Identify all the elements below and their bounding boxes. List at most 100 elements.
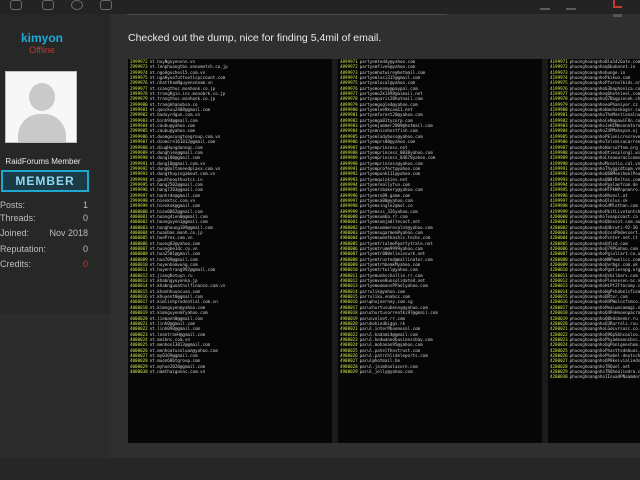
dump-line-number: 4200021 [550,326,568,332]
dump-line-number: 4200005 [550,240,568,246]
avatar-head-shape [29,83,55,111]
dump-line-email: partyemprofect@yahoo.com [359,165,421,171]
dump-line-email: nt.hoangdien0@gmail.com [149,213,208,219]
dump-line-email: nt.dunghien@gmail.com [149,149,203,155]
menu-icon[interactable] [540,0,550,10]
dump-line-email: nt.menhon13013@gmail.com [149,342,211,348]
dump-line-number: 2999981 [130,107,148,113]
menu-icon-2[interactable] [566,0,576,10]
settings-icon[interactable] [10,0,22,10]
dump-line-number: 4000019 [130,310,148,316]
dump-line-email: nt.hua709@gmail.com [149,256,198,262]
dump-line-email: phuonghoangnhoPleasesen-ac.net [569,278,640,284]
dump-line-number: 4199978 [550,96,568,102]
dump-line-number: 4000003 [130,224,148,230]
dump-line-number: 2999990 [130,155,148,161]
dump-line-number: 4899983 [340,123,358,129]
dump-line-number: 4200028 [550,363,568,369]
dump-line-number: 4000015 [130,288,148,294]
dump-line-email: partyemsummerevalnt@yahoo.com [359,224,433,230]
dump-line-number: 4199998 [550,203,568,209]
dump-line-number: 4899986 [340,139,358,145]
stat-posts-label: Posts: [0,200,26,210]
dump-line-number: 2999986 [130,133,148,139]
dump-line-email: partyemjammer2009@hotmail.com [359,123,433,129]
dump-line-number: 4899992 [340,171,358,177]
dump-line-number: 4899999 [340,208,358,214]
bottom-bar [0,458,640,480]
dump-line-email: phuonghoangnhoQRtxr.com [569,294,628,300]
dump-line-number: 4900028 [340,363,358,369]
stat-reputation-label: Reputation: [0,244,47,254]
dump-line-email: partyemreallyfun.com [359,181,411,187]
stat-joined-value: Nov 2018 [49,228,88,238]
search-icon[interactable] [71,0,83,10]
dump-line-number: 2999978 [130,91,148,97]
dump-line-email: partyemsweetkashis.tecbs.com [359,235,431,241]
alerts-icon[interactable] [100,0,112,10]
dump-line-email: partyemprincess.net [359,144,408,150]
top-toolbar [0,0,640,14]
dump-line-email: partyemwomansPPaolyahoo.com [359,283,428,289]
dump-line-number: 4199980 [550,107,568,113]
dump-line-number: 4199996 [550,192,568,198]
dump-line-email: phuonghoangnhoTelsmisacarrenk [569,139,640,145]
dump-line-number: 4200020 [550,320,568,326]
dump-screenshot-image[interactable]: 2999972 nt.huyNguyenvnn.vn 2999973 nt.lenph… [128,59,640,443]
dump-line-number: 4199987 [550,144,568,150]
dump-line-email: nt.trangkhanobso.co [149,101,198,107]
dump-line-number: 4000009 [130,256,148,262]
dump-line-number: 4900016 [340,299,358,305]
dump-line-email: partyemtrusted@mallinator.com [359,256,433,262]
dump-line-email: nt.hua2501@gmail.com [149,251,201,257]
dump-column-1: 2999972 nt.huyNguyenvnn.vn 2999973 nt.lenph… [130,59,330,443]
dump-line-number: 2999999 [130,203,148,209]
dump-line-email: phuonghoangnhoQdlsd.com [569,240,628,246]
author-username[interactable]: kimyon [21,31,63,45]
dump-line-email: phuonghoangnhoQ96pSbhcoolso.con [569,331,640,337]
dump-line-number: 4199981 [550,112,568,118]
dump-line-number: 4000020 [130,315,148,321]
dump-line-number: 4200025 [550,347,568,353]
dump-line-email: parruliku.enabcc.com [359,294,411,300]
messages-icon[interactable] [42,0,54,10]
avatar[interactable] [5,71,77,143]
dump-line-number: 4900029 [340,368,358,374]
logout-icon[interactable] [613,0,622,8]
dump-line-email: partyemprincess_0038yahoo.com [359,149,433,155]
dump-line-email: parul.jaimhoolacorn.com [359,363,418,369]
dump-line-email: partyemlosi315@gmail.com [359,75,421,81]
dump-line-email: phuonghoangnhoTRQhealiedra.com [569,368,640,374]
dump-line-email: nt.dung10@gmail.com.vn [149,160,206,166]
dump-line-email: nt.hienkok@gmail.com [149,203,201,209]
dump-line-email: paruchurtusubenny@yahoo.com [359,304,428,310]
dump-line-number: 4000024 [130,336,148,342]
dump-line-email: partyemtrumm9999yahoo.com [359,246,423,252]
dump-line-number: 4000017 [130,299,148,305]
dump-line-email: phuonghoangnhoHanhaskogsr.com [569,107,640,113]
dump-line-email: phuonghoangnhoTheMastianalnuew [569,112,640,118]
dump-line-number: 4200002 [550,224,568,230]
dump-line-email: phuonghoangnhoPfarnelkids.org [569,80,640,86]
dump-column-3: 4199971 phuonghoangnhoBla5426ate.com 41999… [550,59,640,443]
dump-line-number: 4900008 [340,256,358,262]
dump-line-email: nt.gouthnouthuxtcs.in [149,176,203,182]
dump-line-number: 4900000 [340,213,358,219]
dump-line-email: phuonghoangnhoTeanpcoast.ca [569,213,638,219]
stat-credits-value: 0 [82,259,88,269]
dump-line-number: 2999988 [130,144,148,150]
dump-line-number: 4000010 [130,262,148,268]
dump-line-email: phuonghoangnhoPcnter.net.it [569,235,638,241]
dump-line-email: partyemo2k1498@aimail.net [359,91,423,97]
dump-line-email: partyemga01tycorp.com [359,117,413,123]
dump-line-number: 4200022 [550,331,568,337]
stat-reputation-value[interactable]: 0 [83,244,88,254]
dump-line-number: 4200001 [550,219,568,225]
dump-line-number: 4900004 [340,235,358,241]
dump-line-email: phuonghoangnhoZ4PMahayon.oj [569,128,638,134]
dump-line-email: phuonghoangnhoLteuouracicoms [569,155,640,161]
dump-line-email: phuonghoangnhoPpalamfcom.de [569,181,638,187]
stat-threads-value: 0 [82,213,88,223]
dump-line-number: 4899975 [340,80,358,86]
dump-line-number: 2999977 [130,85,148,91]
